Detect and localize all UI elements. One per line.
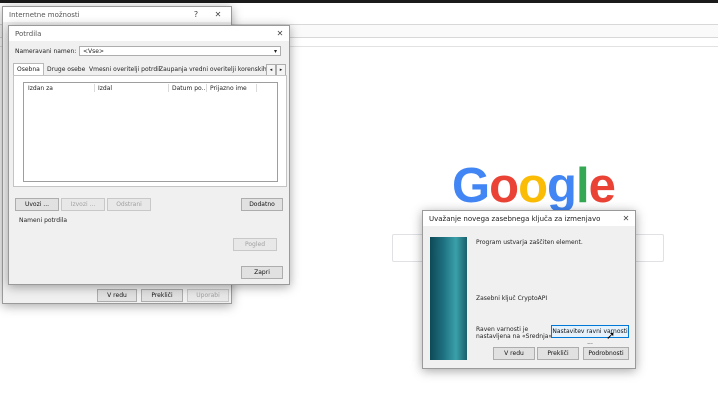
column-issued-by[interactable]: Izdal <box>98 85 112 92</box>
close-button[interactable]: Zapri <box>241 266 283 279</box>
security-level-value: nastavljena na «Srednja» <box>476 333 553 340</box>
column-expiry-date[interactable]: Datum po... <box>172 85 207 92</box>
tab-panel: Izdan za Izdal Datum po... Prijazno ime <box>13 75 287 187</box>
purpose-value: <Vse> <box>83 48 104 55</box>
private-key-title: Uvažanje novega zasebnega ključa za izme… <box>429 214 601 223</box>
certificates-title: Potrdila <box>15 29 42 38</box>
remove-button[interactable]: Odstrani <box>107 198 151 211</box>
details-button[interactable]: Podrobnosti <box>583 347 629 360</box>
logo-letter: e <box>588 159 616 213</box>
cancel-button[interactable]: Prekliči <box>537 347 579 360</box>
logo-letter: g <box>547 159 577 213</box>
internet-options-titlebar: Internetne možnosti ? ✕ <box>3 7 231 22</box>
column-separator <box>256 84 257 92</box>
purpose-label: Nameravani namen: <box>15 48 77 55</box>
private-key-titlebar: Uvažanje novega zasebnega ključa za izme… <box>423 211 635 226</box>
certificates-titlebar: Potrdila ✕ <box>9 26 289 41</box>
tab-intermediate-ca[interactable]: Vmesni overitelji potrdil <box>89 64 160 75</box>
ok-button[interactable]: V redu <box>493 347 535 360</box>
close-icon[interactable]: ✕ <box>209 8 227 21</box>
apply-button[interactable]: Uporabi <box>187 289 229 302</box>
certificates-dialog: Potrdila ✕ Nameravani namen: <Vse> ▾ Ose… <box>8 25 290 285</box>
column-issued-to[interactable]: Izdan za <box>28 85 53 92</box>
cancel-button[interactable]: Prekliči <box>141 289 183 302</box>
status-message: Program ustvarja zaščiten element. <box>476 239 583 246</box>
ok-button[interactable]: V redu <box>97 289 137 302</box>
private-key-name: Zasebni ključ CryptoAPI <box>476 295 548 302</box>
purpose-select[interactable]: <Vse> ▾ <box>79 46 281 56</box>
chevron-down-icon: ▾ <box>273 48 277 55</box>
mouse-cursor-icon: ➚ <box>606 329 616 342</box>
internet-options-title: Internetne možnosti <box>9 10 80 19</box>
column-friendly-name[interactable]: Prijazno ime <box>210 85 247 92</box>
browser-title-strip <box>0 0 718 3</box>
logo-letter: G <box>452 159 490 213</box>
advanced-button[interactable]: Dodatno <box>241 198 283 211</box>
close-icon[interactable]: ✕ <box>617 212 635 225</box>
close-icon[interactable]: ✕ <box>271 27 289 40</box>
column-separator <box>94 84 95 92</box>
security-banner-image <box>430 237 467 360</box>
help-icon[interactable]: ? <box>187 8 205 21</box>
export-button[interactable]: Izvozi ... <box>61 198 105 211</box>
security-level-text: Raven varnosti je <box>476 326 529 333</box>
column-separator <box>206 84 207 92</box>
certificate-purposes-label: Nameni potrdila <box>19 217 68 224</box>
view-button[interactable]: Pogled <box>233 238 277 251</box>
certificate-list[interactable]: Izdan za Izdal Datum po... Prijazno ime <box>23 82 278 182</box>
logo-letter: o <box>489 159 519 213</box>
column-separator <box>168 84 169 92</box>
logo-letter: o <box>518 159 548 213</box>
private-key-dialog: Uvažanje novega zasebnega ključa za izme… <box>422 210 636 369</box>
google-logo: Google <box>452 159 616 213</box>
set-security-level-button[interactable]: Nastavitev ravni varnosti ... <box>551 325 629 346</box>
import-button[interactable]: Uvozi ... <box>15 198 59 211</box>
tab-other-people[interactable]: Druge osebe <box>47 64 85 75</box>
logo-letter: l <box>575 159 590 213</box>
